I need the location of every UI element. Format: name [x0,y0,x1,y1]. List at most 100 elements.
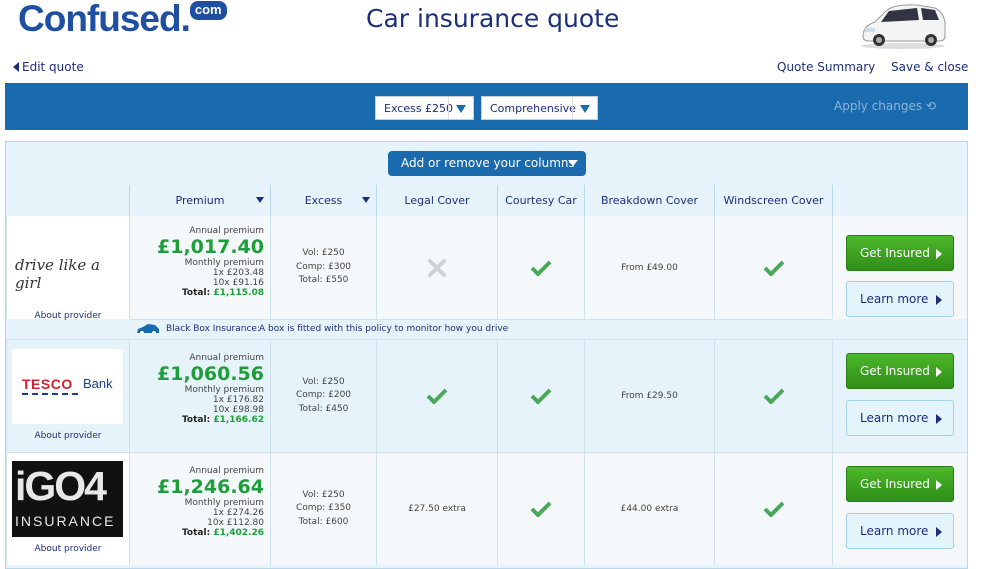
excess-cell: Vol: £250 Comp: £350 Total: £600 [270,453,376,565]
provider-logo-text: Bank [83,376,113,391]
annual-premium-value: £1,017.40 [157,236,264,258]
black-box-text: A box is fitted with this policy to moni… [259,324,509,334]
learn-more-label: Learn more [860,292,929,306]
total-label: Total: [181,288,211,298]
annual-premium-value: £1,060.56 [157,363,264,385]
page-title: Car insurance quote [366,4,620,33]
get-insured-label: Get Insured [860,364,930,378]
total-excess: Total: £450 [298,403,349,414]
breakdown-cover-cell: From £29.50 [584,340,714,452]
arrow-right-icon [936,527,942,537]
courtesy-car-cell [497,216,584,319]
voluntary-excess: Vol: £250 [302,489,345,500]
total-excess: Total: £600 [298,516,349,527]
get-insured-button[interactable]: Get Insured [846,466,954,502]
add-columns-button[interactable]: Add or remove your columns [388,151,586,176]
sort-down-icon [256,197,264,203]
quote-row: drive like a girl About provider Annual … [6,216,967,321]
excess-select[interactable]: Excess £250 [375,96,474,120]
annual-premium-label: Annual premium [189,226,264,236]
check-icon [426,388,448,404]
quote-summary-link[interactable]: Quote Summary [777,60,875,74]
actions-cell: Get Insured Learn more [832,340,967,452]
total-label: Total: [181,528,211,538]
add-columns-label: Add or remove your columns [401,156,575,170]
filter-bar: Excess £250 Comprehensive Apply changes … [5,83,968,130]
check-icon [530,388,552,404]
quote-row: TESCO Bank About provider Annual premium… [6,339,967,452]
column-header-premium[interactable]: Premium [129,185,270,216]
check-icon [530,501,552,517]
compulsory-excess: Comp: £200 [295,390,352,401]
arrow-right-icon [936,295,942,305]
provider-logo-text: TESCO [22,376,73,392]
provider-logo[interactable]: TESCO Bank [12,349,123,424]
legal-cover-cell [376,216,497,319]
column-header-excess[interactable]: Excess [270,185,376,216]
quote-row: iGO4 INSURANCE About provider Annual pre… [6,452,967,565]
about-provider-link[interactable]: About provider [7,311,129,321]
annual-premium-label: Annual premium [189,466,264,476]
actions-cell: Get Insured Learn more [832,216,967,319]
column-header-label: Excess [304,194,343,207]
annual-premium-value: £1,246.64 [157,476,264,498]
monthly-payments: 10x £91.16 [212,278,264,288]
column-header-breakdown-cover: Breakdown Cover [584,185,714,216]
learn-more-button[interactable]: Learn more [846,513,954,549]
voluntary-excess: Vol: £250 [302,248,345,259]
arrow-right-icon [936,414,942,424]
column-header-label: Premium [175,194,225,207]
logo-stripe [22,393,78,395]
monthly-premium-label: Monthly premium [184,258,264,268]
edit-quote-label: Edit quote [22,60,84,74]
sort-down-icon [362,197,370,203]
learn-more-button[interactable]: Learn more [846,400,954,436]
total-value: £1,402.26 [213,528,264,538]
car-image [861,4,946,49]
confused-logo[interactable]: Confused. com [18,0,227,40]
edit-quote-link[interactable]: Edit quote [13,60,84,74]
premium-cell: Annual premium £1,246.64 Monthly premium… [129,453,270,565]
provider-cell: TESCO Bank About provider [6,340,129,452]
chevron-down-icon [572,97,597,119]
legal-cover-cell: £27.50 extra [376,453,497,565]
total-value: £1,166.62 [213,415,264,425]
monthly-first-payment: 1x £176.82 [212,395,264,405]
column-header-legal-cover: Legal Cover [376,185,497,216]
learn-more-label: Learn more [860,524,929,538]
provider-cell: drive like a girl About provider [6,216,129,321]
monthly-payments: 10x £98.98 [212,405,264,415]
compulsory-excess: Comp: £350 [295,503,352,514]
check-icon [763,501,784,517]
provider-logo[interactable]: iGO4 INSURANCE [12,461,123,537]
excess-cell: Vol: £250 Comp: £200 Total: £450 [270,340,376,452]
column-header-courtesy-car: Courtesy Car [497,185,584,216]
cover-select[interactable]: Comprehensive [481,96,598,120]
premium-cell: Annual premium £1,060.56 Monthly premium… [129,340,270,452]
get-insured-button[interactable]: Get Insured [846,235,954,271]
car-icon [137,324,159,335]
logo-text: Confused. [18,0,191,39]
get-insured-label: Get Insured [860,246,930,260]
about-provider-link[interactable]: About provider [7,544,129,554]
save-close-link[interactable]: Save & close [891,60,968,74]
voluntary-excess: Vol: £250 [302,376,345,387]
check-icon [763,388,784,404]
windscreen-cover-cell [714,216,832,319]
chevron-down-icon [568,160,578,166]
about-provider-link[interactable]: About provider [7,431,129,441]
logo-badge: com [189,1,227,20]
breakdown-cover-cell: From £49.00 [584,216,714,319]
total-label: Total: [181,415,211,425]
provider-logo[interactable]: drive like a girl [15,256,129,292]
learn-more-label: Learn more [860,411,929,425]
learn-more-button[interactable]: Learn more [846,281,954,317]
arrow-right-icon [936,367,942,377]
provider-logo-text: INSURANCE [15,513,116,529]
apply-changes-button[interactable]: Apply changes ⟲ [834,99,936,113]
actions-cell: Get Insured Learn more [832,453,967,565]
breakdown-cover-cell: £44.00 extra [584,453,714,565]
premium-cell: Annual premium £1,017.40 Monthly premium… [129,216,270,319]
courtesy-car-cell [497,340,584,452]
get-insured-button[interactable]: Get Insured [846,353,954,389]
